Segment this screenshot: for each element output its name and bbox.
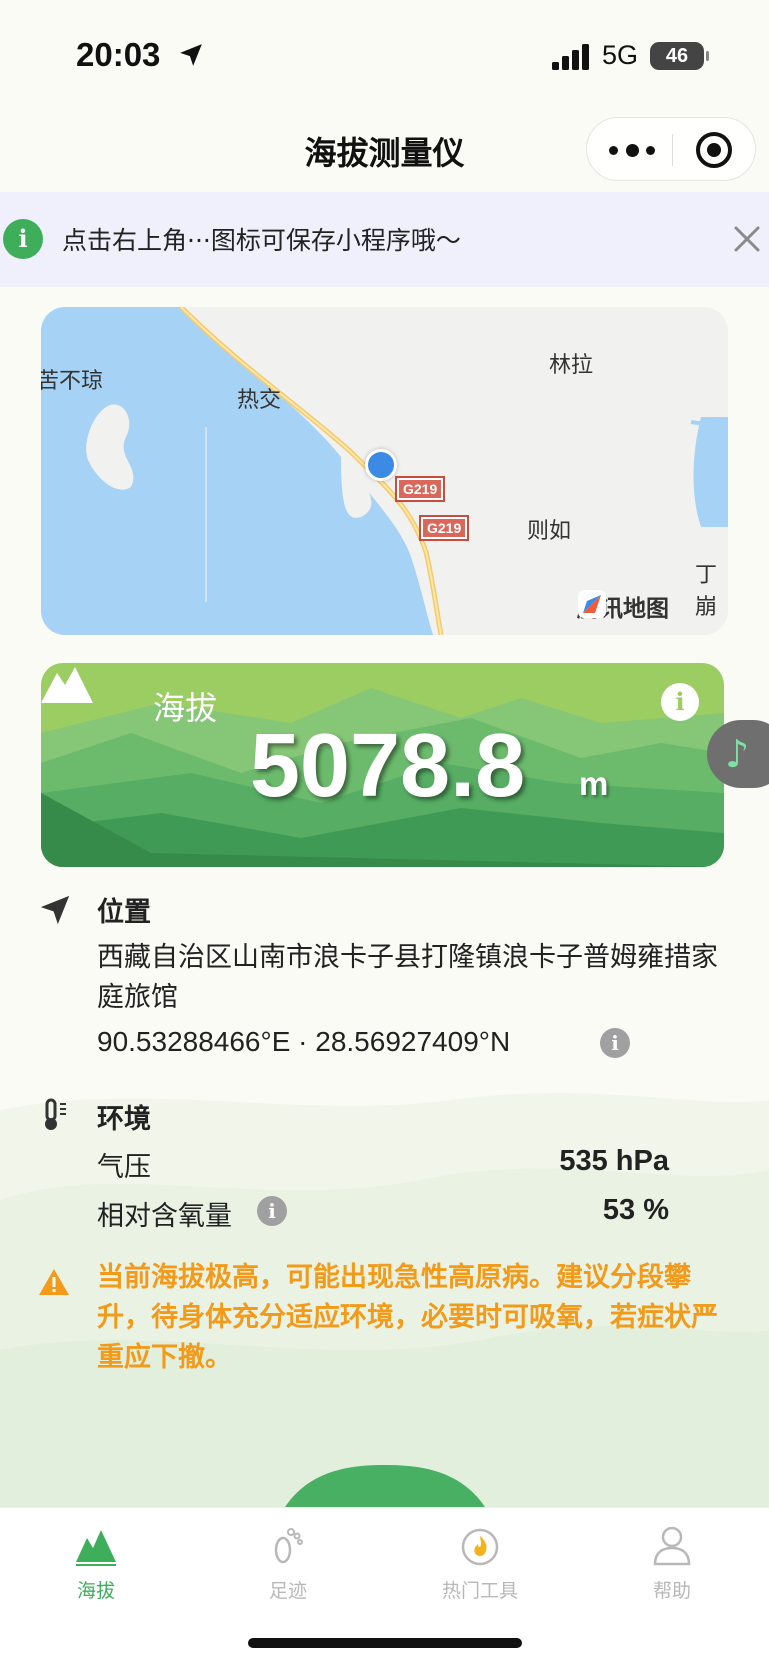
current-location-marker bbox=[365, 449, 397, 481]
close-mini-program-button[interactable] bbox=[696, 132, 732, 168]
tencent-map-logo-icon bbox=[578, 590, 606, 618]
info-icon: i bbox=[3, 219, 43, 259]
signal-icon bbox=[552, 44, 589, 70]
warning-icon bbox=[39, 1269, 69, 1295]
tab-label: 热门工具 bbox=[441, 1580, 518, 1602]
more-options-button[interactable] bbox=[609, 130, 655, 170]
map-label: 林拉 bbox=[549, 353, 594, 378]
tip-text: 点击右上角···图标可保存小程序哦～ bbox=[62, 226, 461, 255]
tab-label: 海拔 bbox=[76, 1580, 115, 1602]
tip-banner: i 点击右上角···图标可保存小程序哦～ bbox=[0, 192, 769, 287]
map-label: 则如 bbox=[527, 519, 572, 544]
altitude-value: 5078.8 bbox=[249, 716, 526, 816]
coords-info-icon[interactable]: i bbox=[600, 1028, 630, 1058]
mountain-icon bbox=[41, 667, 93, 703]
tab-footprint[interactable]: 足迹 bbox=[228, 1522, 348, 1603]
altitude-warning: 当前海拔极高，可能出现急性高原病。建议分段攀升，待身体充分适应环境，必要时可吸氧… bbox=[97, 1262, 718, 1373]
map-view[interactable]: 苦不琼 林拉 热交 则如 丁崩 G219 G219 腾讯地图 bbox=[41, 307, 728, 635]
tab-altitude[interactable]: 海拔 bbox=[36, 1522, 156, 1603]
close-icon[interactable] bbox=[732, 224, 762, 254]
road-badge: G219 bbox=[418, 515, 470, 541]
map-label: 热交 bbox=[237, 388, 282, 413]
pressure-value: 535 hPa bbox=[559, 1145, 669, 1177]
music-note-button[interactable]: ♪ bbox=[707, 720, 769, 788]
user-icon bbox=[653, 1526, 691, 1566]
network-type: 5G bbox=[602, 40, 639, 70]
oxygen-value: 53 % bbox=[602, 1194, 669, 1226]
location-title: 位置 bbox=[97, 897, 151, 928]
home-indicator bbox=[248, 1638, 522, 1648]
fire-icon bbox=[461, 1528, 499, 1566]
thermometer-icon bbox=[45, 1098, 66, 1130]
road-badge: G219 bbox=[394, 476, 446, 502]
map-label: 苦不琼 bbox=[41, 369, 104, 394]
tab-hot-tools[interactable]: 热门工具 bbox=[420, 1522, 540, 1603]
mountain-icon bbox=[76, 1530, 116, 1566]
altitude-unit: m bbox=[579, 765, 609, 802]
pressure-label: 气压 bbox=[97, 1152, 151, 1183]
tab-help[interactable]: 帮助 bbox=[612, 1522, 732, 1603]
capsule-divider bbox=[672, 134, 673, 166]
status-time: 20:03 bbox=[76, 36, 161, 73]
oxygen-info-icon[interactable]: i bbox=[257, 1196, 287, 1226]
location-address: 西藏自治区山南市浪卡子县打隆镇浪卡子普姆雍措家庭旅馆 bbox=[97, 942, 718, 1013]
footprint-icon bbox=[274, 1528, 303, 1564]
tab-label: 帮助 bbox=[652, 1580, 691, 1602]
tab-label: 足迹 bbox=[268, 1580, 307, 1602]
oxygen-label: 相对含氧量 bbox=[97, 1201, 232, 1232]
map-label: 丁崩 bbox=[695, 563, 718, 620]
status-bar: 20:03 5G 46 bbox=[0, 0, 769, 110]
location-arrow-icon bbox=[40, 895, 70, 925]
environment-title: 环境 bbox=[97, 1104, 151, 1135]
location-coords: 90.53288466°E · 28.56927409°N bbox=[97, 1026, 511, 1057]
mini-program-capsule bbox=[586, 117, 756, 181]
battery-icon: 46 bbox=[650, 42, 709, 70]
altitude-card: 海拔 i 5078.8 m bbox=[41, 663, 724, 867]
map-brand: 腾讯地图 bbox=[577, 589, 669, 623]
location-arrow-icon bbox=[180, 44, 202, 66]
